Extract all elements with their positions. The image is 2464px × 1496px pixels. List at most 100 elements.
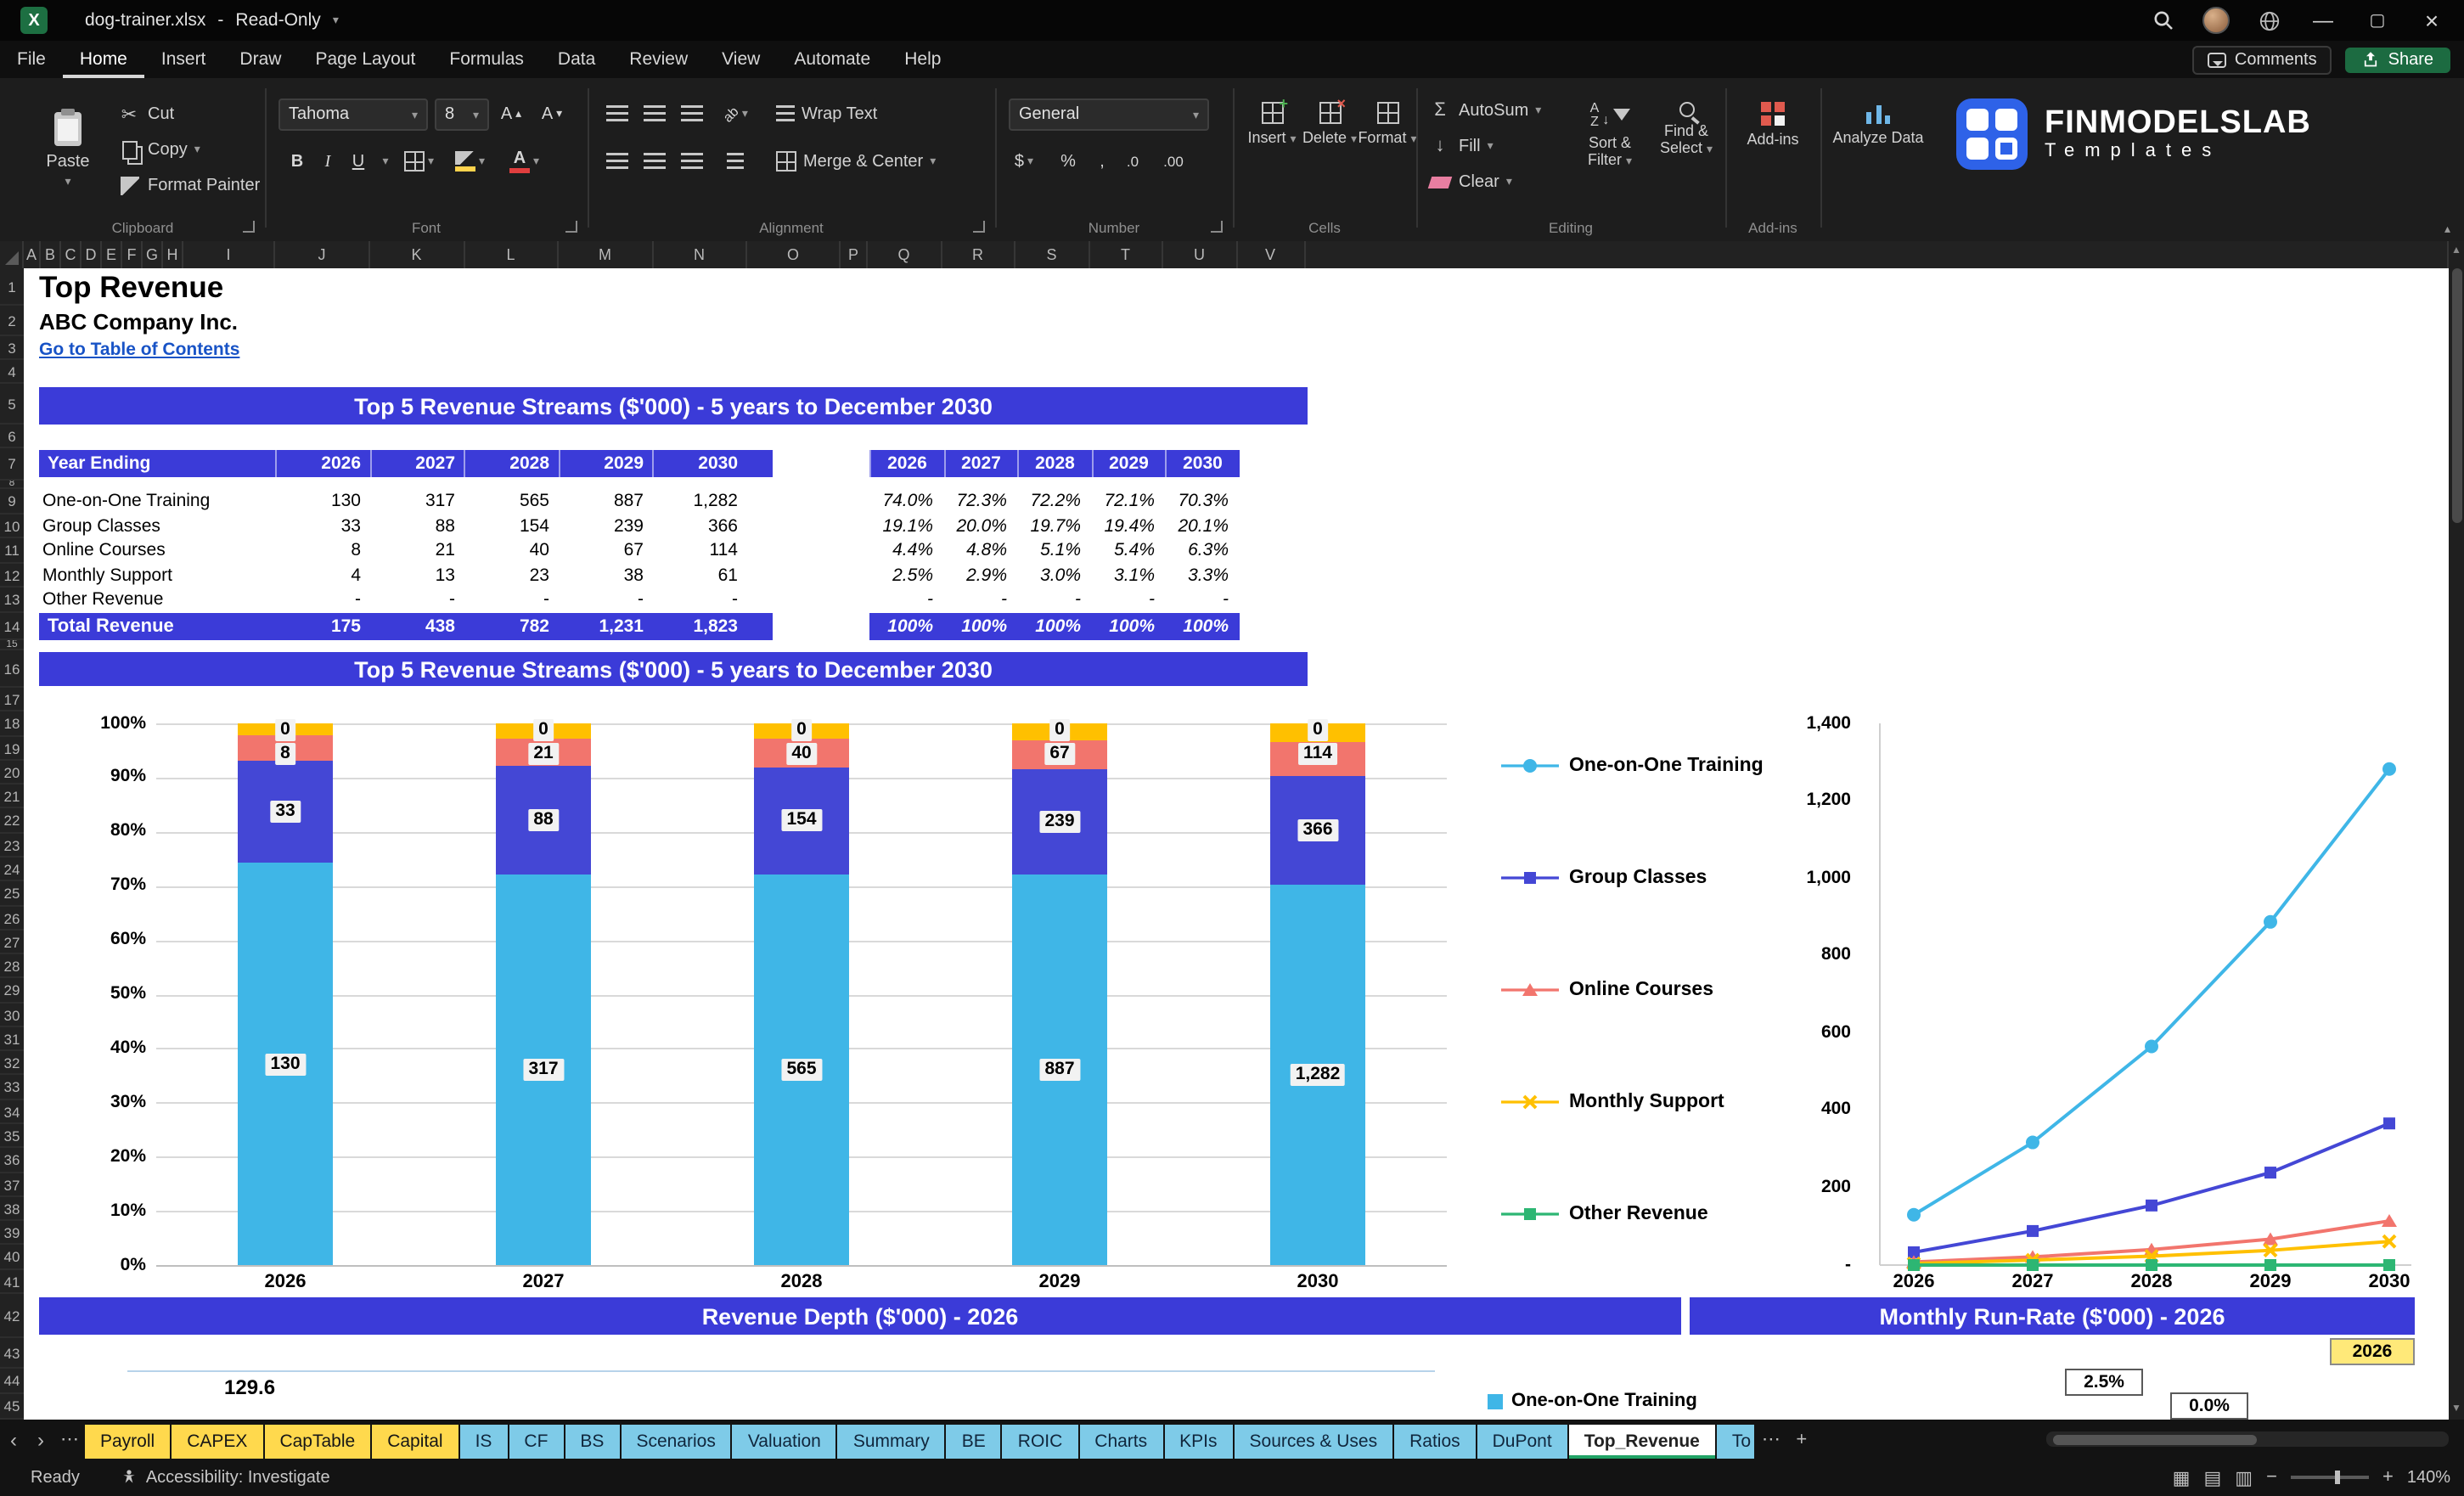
column-header-G[interactable]: G: [143, 241, 163, 268]
sheet-tab-summary[interactable]: Summary: [837, 1425, 945, 1459]
total-pct-cell[interactable]: 100%: [1017, 612, 1091, 640]
align-bottom-icon[interactable]: [676, 98, 706, 129]
row-header-9[interactable]: 9: [0, 489, 24, 514]
total-value-cell[interactable]: 1,823: [652, 612, 746, 640]
maximize-button[interactable]: ▢: [2362, 5, 2393, 36]
tabs-scroll-right-icon[interactable]: ›: [27, 1420, 54, 1459]
row-label-4[interactable]: Other Revenue: [42, 588, 163, 612]
total-value-cell[interactable]: 782: [464, 612, 558, 640]
column-header-D[interactable]: D: [82, 241, 102, 268]
scroll-up-icon[interactable]: ▲: [2449, 241, 2464, 262]
menu-tab-draw[interactable]: Draw: [222, 41, 298, 78]
column-header-F[interactable]: F: [122, 241, 143, 268]
pct-cell[interactable]: 2.5%: [869, 563, 943, 588]
row-header-14[interactable]: 14: [0, 612, 24, 640]
page-layout-view-icon[interactable]: ▤: [2203, 1466, 2221, 1488]
align-right-icon[interactable]: [676, 146, 706, 177]
row-header-1[interactable]: 1: [0, 268, 24, 306]
zoom-out-icon[interactable]: −: [2266, 1467, 2277, 1488]
increase-decimal-icon[interactable]: .0: [1117, 146, 1148, 177]
row-header-18[interactable]: 18: [0, 712, 24, 737]
row-header-12[interactable]: 12: [0, 563, 24, 588]
font-name-select[interactable]: Tahoma ▾: [278, 98, 428, 131]
pct-cell[interactable]: -: [1165, 588, 1239, 612]
row-header-16[interactable]: 16: [0, 650, 24, 688]
year-header-2026[interactable]: 2026: [275, 450, 369, 477]
column-header-I[interactable]: I: [183, 241, 275, 268]
row-label-3[interactable]: Monthly Support: [42, 563, 172, 588]
row-header-3[interactable]: 3: [0, 336, 24, 360]
total-label[interactable]: Total Revenue: [48, 612, 174, 640]
sheet-tab-bs[interactable]: BS: [565, 1425, 620, 1459]
menu-tab-page-layout[interactable]: Page Layout: [298, 41, 432, 78]
row-header-15[interactable]: 15: [0, 640, 24, 650]
tabs-more-icon[interactable]: ⋯: [54, 1420, 85, 1459]
vertical-scroll-thumb[interactable]: [2451, 268, 2461, 523]
number-format-select[interactable]: General ▾: [1009, 98, 1209, 131]
pct-cell[interactable]: 70.3%: [1165, 489, 1239, 514]
format-painter-button[interactable]: Format Painter: [112, 170, 265, 200]
row-header-23[interactable]: 23: [0, 833, 24, 858]
row-header-45[interactable]: 45: [0, 1394, 24, 1420]
pct-year-header-2029[interactable]: 2029: [1091, 450, 1165, 477]
normal-view-icon[interactable]: ▦: [2173, 1466, 2191, 1488]
row-header-2[interactable]: 2: [0, 306, 24, 336]
pct-year-header-2027[interactable]: 2027: [943, 450, 1017, 477]
align-center-icon[interactable]: [639, 146, 669, 177]
year-ending-header[interactable]: Year Ending: [48, 450, 150, 477]
legend-item-other-revenue[interactable]: Other Revenue: [1501, 1201, 1708, 1228]
sheet-tab-payroll[interactable]: Payroll: [85, 1425, 171, 1459]
decrease-decimal-icon[interactable]: .00: [1158, 146, 1189, 177]
row-header-27[interactable]: 27: [0, 931, 24, 955]
row-header-22[interactable]: 22: [0, 809, 24, 834]
pct-cell[interactable]: 6.3%: [1165, 538, 1239, 563]
column-header-V[interactable]: V: [1237, 241, 1305, 268]
column-header-R[interactable]: R: [942, 241, 1015, 268]
tabs-scroll-left-icon[interactable]: ‹: [0, 1420, 27, 1459]
row-label-0[interactable]: One-on-One Training: [42, 489, 210, 514]
total-value-cell[interactable]: 1,231: [558, 612, 652, 640]
value-cell[interactable]: 4: [275, 563, 369, 588]
column-header-S[interactable]: S: [1015, 241, 1089, 268]
value-cell[interactable]: 40: [464, 538, 558, 563]
row-header-29[interactable]: 29: [0, 979, 24, 1004]
more-sheets-icon[interactable]: ⋯: [1756, 1420, 1786, 1459]
total-pct-cell[interactable]: 100%: [869, 612, 943, 640]
column-header-H[interactable]: H: [163, 241, 183, 268]
clipboard-dialog-launcher[interactable]: [243, 221, 255, 233]
row-header-17[interactable]: 17: [0, 688, 24, 712]
value-cell[interactable]: 887: [558, 489, 652, 514]
select-all-corner[interactable]: [0, 241, 24, 268]
sheet-tab-roic[interactable]: ROIC: [1002, 1425, 1078, 1459]
column-header-C[interactable]: C: [61, 241, 82, 268]
value-cell[interactable]: 88: [369, 514, 464, 538]
value-cell[interactable]: 61: [652, 563, 746, 588]
legend-item-monthly-support[interactable]: Monthly Support: [1501, 1088, 1724, 1116]
value-cell[interactable]: 8: [275, 538, 369, 563]
minimize-button[interactable]: —: [2308, 5, 2338, 36]
row-header-10[interactable]: 10: [0, 514, 24, 538]
pct-cell[interactable]: 72.3%: [943, 489, 1017, 514]
sphere-icon[interactable]: [2253, 5, 2284, 36]
row-header-40[interactable]: 40: [0, 1246, 24, 1270]
column-header-M[interactable]: M: [559, 241, 653, 268]
row-header-31[interactable]: 31: [0, 1027, 24, 1052]
row-label-1[interactable]: Group Classes: [42, 514, 160, 538]
menu-tab-review[interactable]: Review: [612, 41, 705, 78]
row-header-8[interactable]: 8: [0, 481, 24, 489]
avatar[interactable]: [2202, 7, 2230, 34]
sheet-tab-kpis[interactable]: KPIs: [1164, 1425, 1233, 1459]
row-label-2[interactable]: Online Courses: [42, 538, 166, 563]
value-cell[interactable]: 317: [369, 489, 464, 514]
company-name-cell[interactable]: ABC Company Inc.: [39, 309, 238, 335]
column-header-N[interactable]: N: [653, 241, 747, 268]
cut-button[interactable]: ✂ Cut: [112, 98, 265, 129]
menu-tab-home[interactable]: Home: [63, 41, 144, 78]
fill-color-icon[interactable]: ▾: [452, 146, 488, 177]
menu-tab-data[interactable]: Data: [541, 41, 612, 78]
addins-button[interactable]: Add-ins: [1735, 92, 1810, 217]
pct-cell[interactable]: -: [1017, 588, 1091, 612]
column-header-J[interactable]: J: [275, 241, 370, 268]
row-header-20[interactable]: 20: [0, 761, 24, 785]
row-header-42[interactable]: 42: [0, 1294, 24, 1338]
